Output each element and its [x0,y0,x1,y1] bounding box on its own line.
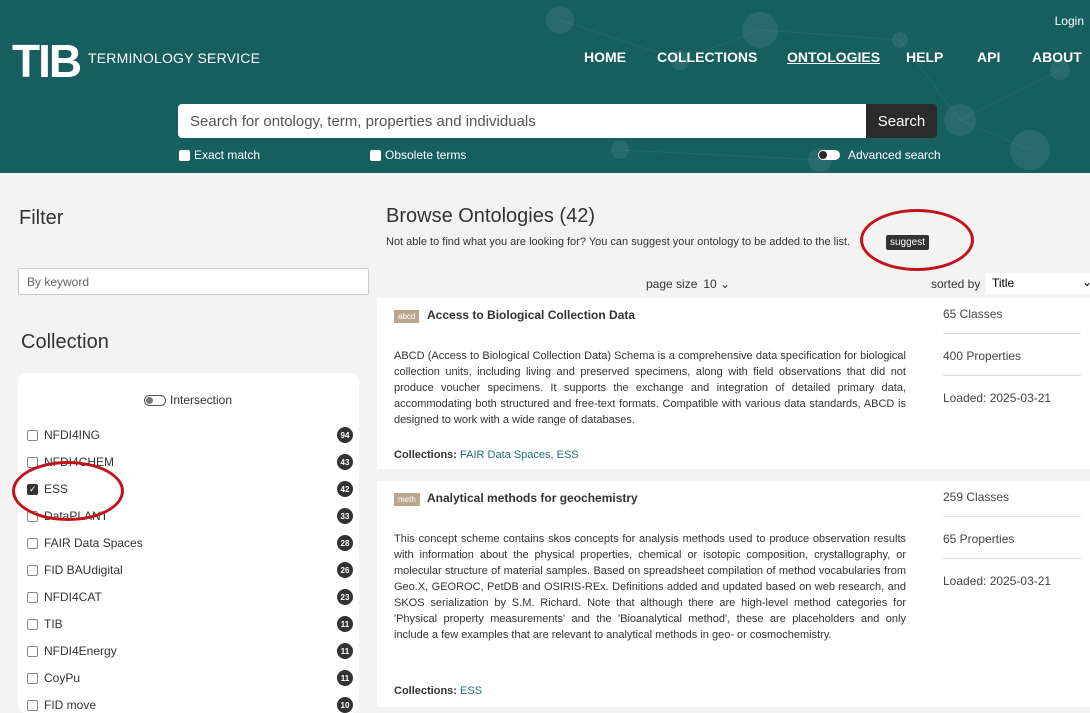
intersection-toggle[interactable] [144,394,166,406]
collection-checkbox[interactable] [27,618,38,630]
classes-count: 259 Classes [943,490,1010,504]
collection-checkbox[interactable] [27,429,38,441]
collection-panel: Intersection NFDI4ING 94 NFDI4CHEM 43 ES… [18,373,359,713]
filter-heading: Filter [19,207,64,229]
exact-match-label: Exact match [194,148,261,162]
collection-count-badge: 43 [337,454,353,470]
collection-item[interactable]: FAIR Data Spaces 28 [27,535,353,551]
divider [943,375,1081,376]
advanced-search-toggle[interactable] [818,150,840,160]
nav-help[interactable]: HELP [906,49,943,65]
collection-count-badge: 10 [337,697,353,713]
collection-count-badge: 28 [337,535,353,551]
browse-ontologies-title: Browse Ontologies (42) [386,205,595,227]
ontology-description: ABCD (Access to Biological Collection Da… [394,350,906,426]
collection-item[interactable]: NFDI4ING 94 [27,427,353,443]
classes-count: 65 Classes [943,307,1003,321]
advanced-search-option[interactable]: Advanced search [818,148,941,162]
exact-match-checkbox[interactable] [179,149,190,161]
divider [943,516,1081,517]
loaded-date: Loaded: 2025-03-21 [943,391,1052,405]
collection-count-badge: 11 [337,616,353,632]
login-link[interactable]: Login [1055,14,1084,28]
collection-item[interactable]: CoyPu 11 [27,670,353,686]
annotation-oval-ess [12,461,124,521]
site-header: TIB TERMINOLOGY SERVICE Login HOME COLLE… [0,0,1090,173]
exact-match-option[interactable]: Exact match [179,148,260,162]
collection-checkbox[interactable] [27,537,38,549]
collection-name: FAIR Data Spaces [44,536,143,550]
ontology-tag: abcd [394,310,420,323]
ontology-card: meth Analytical methods for geochemistry… [377,481,1090,707]
collection-checkbox[interactable] [27,672,38,684]
obsolete-terms-checkbox[interactable] [370,149,381,161]
collections-label: Collections: [394,685,457,697]
collection-name: NFDI4CAT [44,590,102,604]
ontology-card: abcd Access to Biological Collection Dat… [377,298,1090,469]
divider [943,333,1081,334]
collection-checkbox[interactable] [27,699,38,711]
sort-select-value: Title [992,276,1015,290]
intersection-label: Intersection [170,393,233,407]
collection-item[interactable]: TIB 11 [27,616,353,632]
collection-item[interactable]: FID move 10 [27,697,353,713]
obsolete-terms-option[interactable]: Obsolete terms [370,148,466,162]
page-size-control[interactable]: page size 10 ⌄ [646,277,730,291]
properties-count: 65 Properties [943,532,1015,546]
annotation-oval-suggest [860,209,974,271]
nav-api[interactable]: API [977,49,1000,65]
collection-item[interactable]: NFDI4Energy 11 [27,643,353,659]
collection-count-badge: 11 [337,670,353,686]
ontology-tag: meth [394,493,420,506]
ontology-collections: Collections: ESS [394,685,482,697]
collection-heading: Collection [21,331,109,353]
collection-count-badge: 11 [337,643,353,659]
collection-count-badge: 94 [337,427,353,443]
collection-count-badge: 26 [337,562,353,578]
ontology-title[interactable]: Access to Biological Collection Data [427,308,635,322]
ontology-collections: Collections: FAIR Data Spaces, ESS [394,449,579,461]
nav-collections[interactable]: COLLECTIONS [657,49,757,65]
collection-checkbox[interactable] [27,564,38,576]
nav-ontologies[interactable]: ONTOLOGIES [787,49,880,65]
obsolete-terms-label: Obsolete terms [385,148,467,162]
sorted-by-label: sorted by [931,277,981,291]
collections-links[interactable]: ESS [460,685,482,697]
collection-count-badge: 33 [337,508,353,524]
collections-label: Collections: [394,449,457,461]
divider [943,558,1081,559]
page-size-select[interactable]: 10 ⌄ [703,277,730,291]
collection-checkbox[interactable] [27,645,38,657]
suggest-hint-text: Not able to find what you are looking fo… [386,236,851,248]
advanced-search-label: Advanced search [848,148,941,162]
nav-about[interactable]: ABOUT [1032,49,1082,65]
main-nav: HOME COLLECTIONS ONTOLOGIES HELP API ABO… [0,49,1090,67]
collection-name: TIB [44,617,63,631]
collection-name: FID move [44,698,97,712]
search-input[interactable] [178,104,866,138]
keyword-filter-input[interactable] [18,268,369,295]
collection-item[interactable]: NFDI4CAT 23 [27,589,353,605]
collection-name: NFDI4ING [44,428,101,442]
collection-name: FID BAUdigital [44,563,123,577]
collection-count-badge: 23 [337,589,353,605]
sort-select[interactable]: Title ⌄ [986,273,1090,294]
intersection-option[interactable]: Intersection [144,393,232,407]
collection-checkbox[interactable] [27,591,38,603]
page-size-label: page size [646,277,698,291]
nav-home[interactable]: HOME [584,49,626,65]
chevron-down-icon: ⌄ [1081,275,1090,289]
properties-count: 400 Properties [943,349,1022,363]
ontology-description: This concept scheme contains skos concep… [394,533,906,641]
collection-name: NFDI4Energy [44,644,117,658]
ontology-title[interactable]: Analytical methods for geochemistry [427,491,638,505]
collection-item[interactable]: FID BAUdigital 26 [27,562,353,578]
collections-links[interactable]: FAIR Data Spaces, ESS [460,449,579,461]
collection-count-badge: 42 [337,481,353,497]
collection-name: CoyPu [44,671,81,685]
search-button[interactable]: Search [866,104,937,138]
loaded-date: Loaded: 2025-03-21 [943,574,1052,588]
